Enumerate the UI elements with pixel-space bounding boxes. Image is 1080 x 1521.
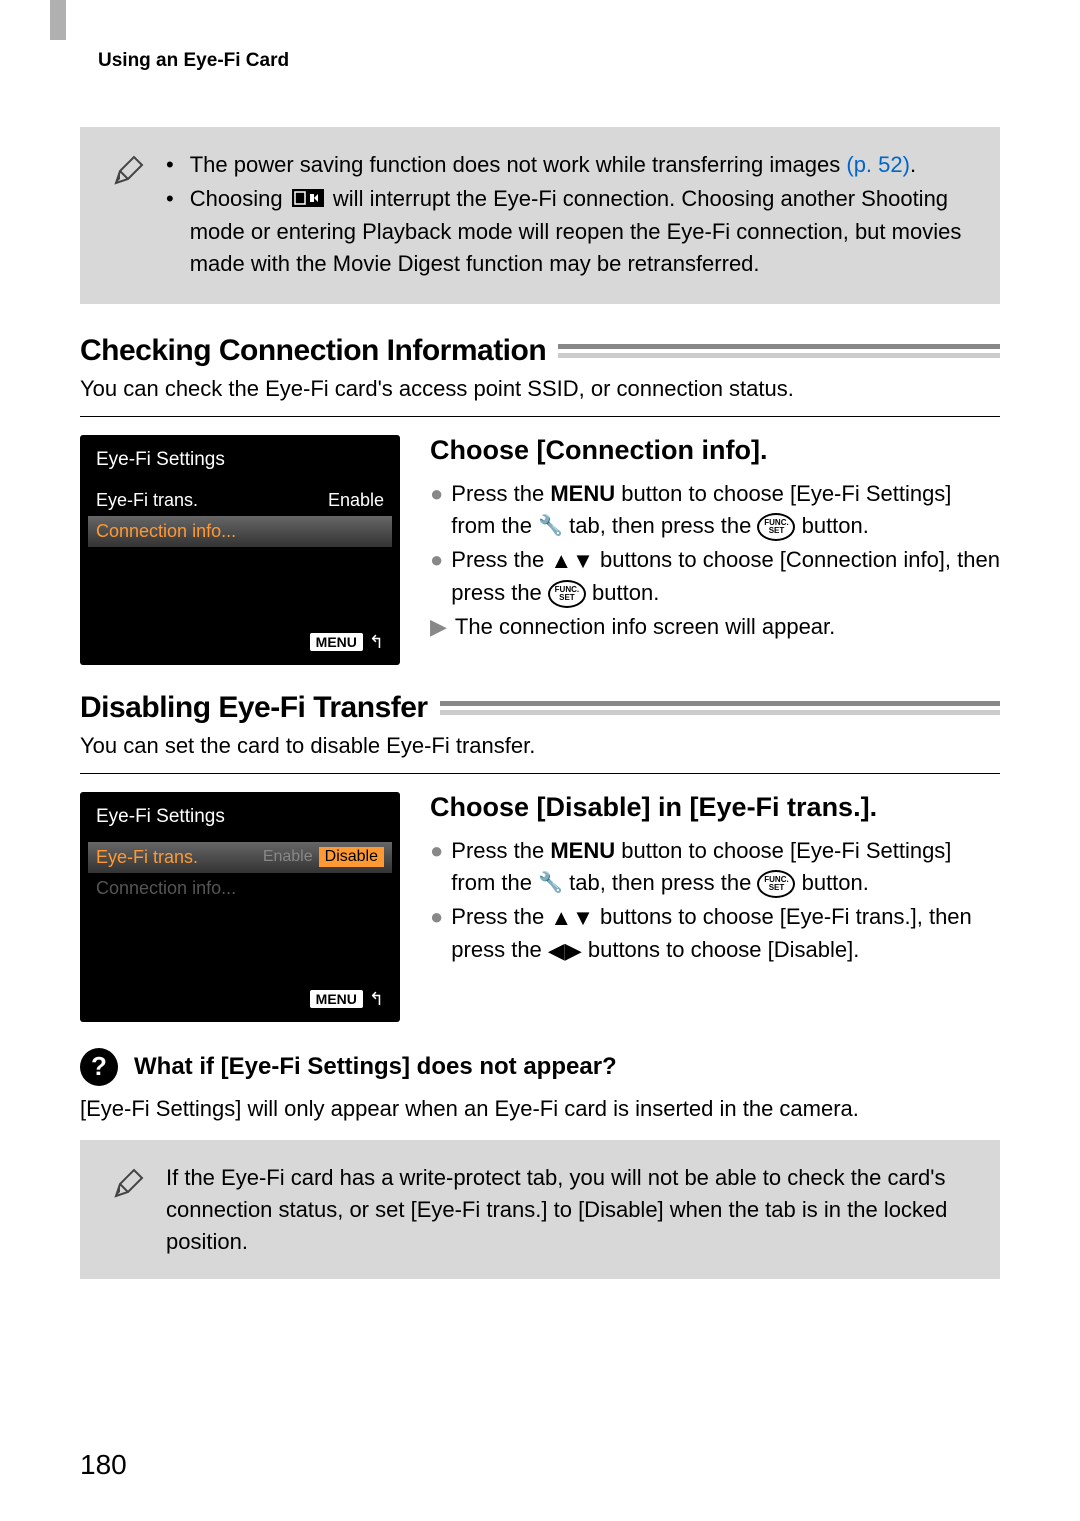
heading-rule <box>440 701 1000 715</box>
heading-rule <box>558 344 1000 358</box>
up-down-arrows-icon: ▲▼ <box>550 545 594 577</box>
func-set-button-icon: FUNC.SET <box>757 513 795 541</box>
page-number: 180 <box>80 1449 127 1481</box>
question-heading: ? What if [Eye-Fi Settings] does not app… <box>80 1048 1000 1086</box>
bullet <box>166 183 180 280</box>
menu-button-text: MENU <box>550 481 615 506</box>
divider <box>80 416 1000 417</box>
page-tab <box>50 0 66 40</box>
question-title: What if [Eye-Fi Settings] does not appea… <box>134 1053 617 1081</box>
procedure-heading: Choose [Disable] in [Eye-Fi trans.]. <box>430 792 1000 823</box>
tools-tab-icon: 🔧 <box>538 869 563 898</box>
lcd-title: Eye-Fi Settings <box>88 445 392 485</box>
lcd-row-value: Enable <box>328 490 384 511</box>
note-text: Choosing <box>190 186 283 211</box>
note-text: If the Eye-Fi card has a write-protect t… <box>166 1162 970 1258</box>
return-icon: ↰ <box>369 632 384 653</box>
lcd-row-label: Eye-Fi trans. <box>96 847 249 868</box>
section-intro: You can set the card to disable Eye-Fi t… <box>80 733 1000 759</box>
note-box-write-protect: If the Eye-Fi card has a write-protect t… <box>80 1140 1000 1280</box>
lcd-screenshot-connection-info: Eye-Fi Settings Eye-Fi trans. Enable Con… <box>80 435 400 665</box>
bullet-icon: ● <box>430 478 443 542</box>
result-text: The connection info screen will appear. <box>455 611 835 643</box>
lcd-title: Eye-Fi Settings <box>88 802 392 842</box>
func-set-button-icon: FUNC.SET <box>757 870 795 898</box>
procedure-heading: Choose [Connection info]. <box>430 435 1000 466</box>
up-down-arrows-icon: ▲▼ <box>550 902 594 934</box>
movie-digest-mode-icon <box>292 184 324 216</box>
note-text-end: . <box>910 152 916 177</box>
lcd-row-label: Connection info... <box>96 878 384 899</box>
pencil-icon <box>110 1166 146 1207</box>
page-link[interactable]: (p. 52) <box>846 152 910 177</box>
section-intro: You can check the Eye-Fi card's access p… <box>80 376 1000 402</box>
left-right-arrows-icon: ◀▶ <box>548 935 582 967</box>
func-set-button-icon: FUNC.SET <box>548 580 586 608</box>
lcd-screenshot-disable: Eye-Fi Settings Eye-Fi trans. Enable Dis… <box>80 792 400 1022</box>
bullet-icon: ● <box>430 901 443 967</box>
result-arrow-icon: ▶ <box>430 611 447 643</box>
running-header: Using an Eye-Fi Card <box>98 50 1000 72</box>
menu-button-label: MENU <box>310 990 363 1008</box>
pencil-icon <box>110 153 146 194</box>
lcd-row-label: Connection info... <box>96 521 384 542</box>
bullet-icon: ● <box>430 544 443 609</box>
tools-tab-icon: 🔧 <box>538 512 563 541</box>
question-answer: [Eye-Fi Settings] will only appear when … <box>80 1096 1000 1122</box>
divider <box>80 773 1000 774</box>
menu-button-text: MENU <box>550 838 615 863</box>
disable-option: Disable <box>319 847 384 867</box>
section-heading-disabling: Disabling Eye-Fi Transfer <box>80 691 1000 725</box>
section-heading-checking: Checking Connection Information <box>80 334 1000 368</box>
question-mark-icon: ? <box>80 1048 118 1086</box>
menu-button-label: MENU <box>310 633 363 651</box>
lcd-row-label: Eye-Fi trans. <box>96 490 320 511</box>
note-text: The power saving function does not work … <box>190 152 847 177</box>
note-box-power-saving: The power saving function does not work … <box>80 127 1000 304</box>
enable-option: Enable <box>257 847 319 867</box>
bullet-icon: ● <box>430 835 443 899</box>
return-icon: ↰ <box>369 989 384 1010</box>
bullet <box>166 149 180 181</box>
